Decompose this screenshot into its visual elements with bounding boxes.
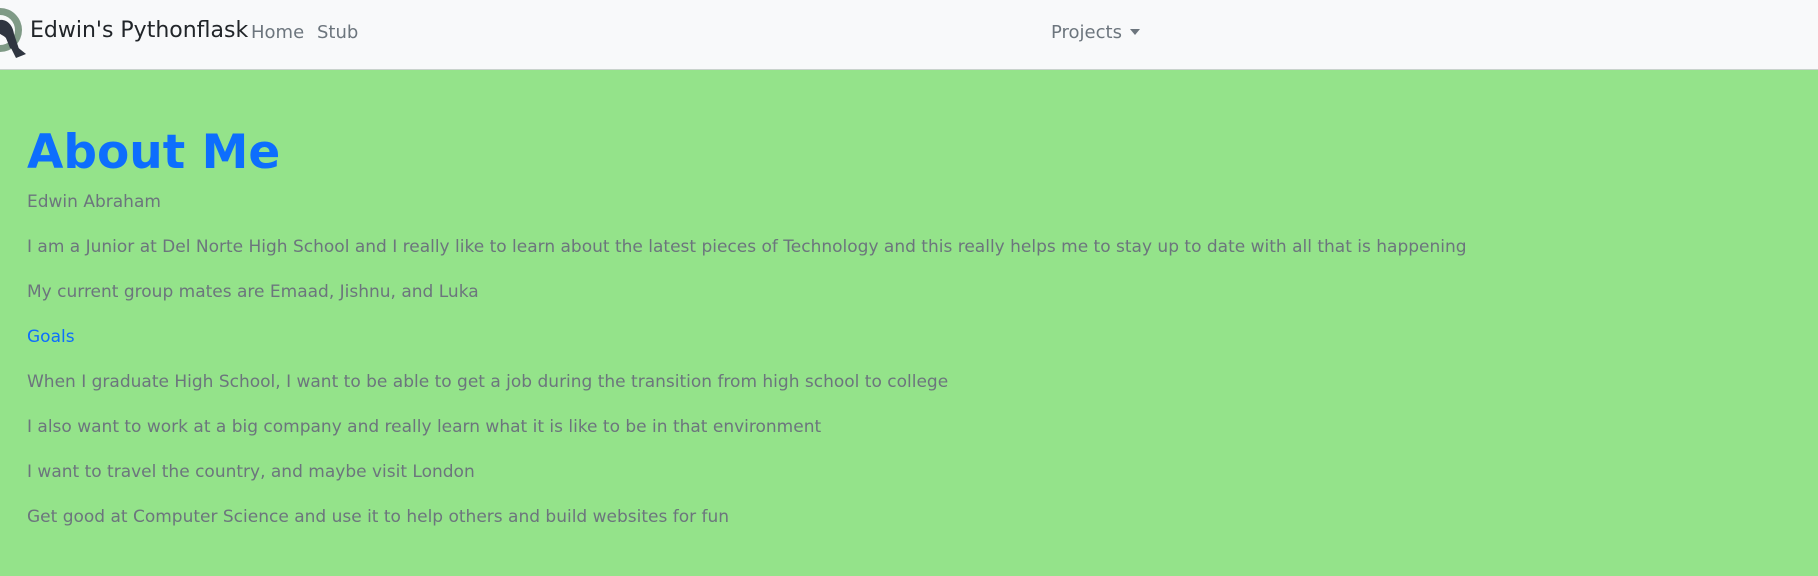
brand-link[interactable]: Edwin's Pythonflask	[30, 18, 248, 43]
projects-dropdown-label: Projects	[1051, 22, 1122, 43]
top-navbar: Edwin's Pythonflask Home Stub Projects	[0, 0, 1818, 70]
caret-down-icon	[1129, 29, 1140, 35]
goal-item: When I graduate High School, I want to b…	[27, 372, 949, 392]
goal-item: I want to travel the country, and maybe …	[27, 462, 475, 482]
nav-home-link[interactable]: Home	[251, 22, 304, 43]
page-title: About Me	[27, 125, 281, 180]
intro-paragraph: I am a Junior at Del Norte High School a…	[27, 237, 1467, 257]
goals-link[interactable]: Goals	[27, 327, 75, 347]
groupmates-paragraph: My current group mates are Emaad, Jishnu…	[27, 282, 479, 302]
main-content: About Me Edwin Abraham I am a Junior at …	[27, 124, 1787, 527]
python-logo-icon[interactable]	[0, 4, 30, 62]
projects-dropdown-toggle[interactable]: Projects	[1051, 22, 1140, 43]
nav-stub-link[interactable]: Stub	[317, 22, 358, 43]
goal-item: I also want to work at a big company and…	[27, 417, 822, 437]
goal-item: Get good at Computer Science and use it …	[27, 507, 730, 527]
goals-heading: Goals	[27, 327, 1787, 347]
author-name: Edwin Abraham	[27, 192, 161, 212]
